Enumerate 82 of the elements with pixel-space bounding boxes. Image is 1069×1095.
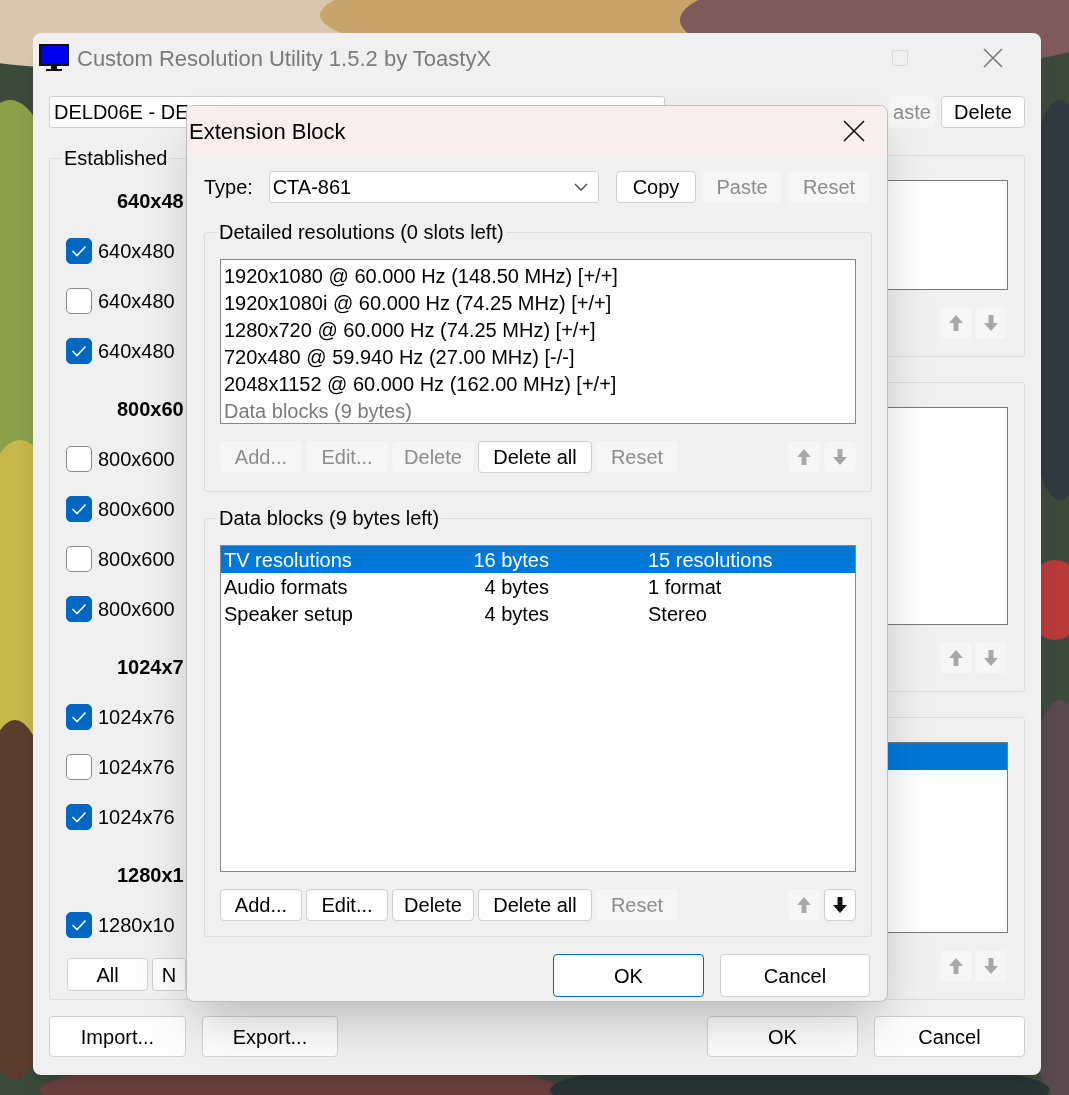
delete-all-button[interactable]: Delete all [478,889,592,921]
checkbox[interactable] [66,704,92,730]
up-arrow-icon [797,897,811,913]
checkbox[interactable] [66,596,92,622]
checkbox-label: 800x600 [98,447,175,472]
check-icon [71,345,87,357]
section-header: 640x48 [117,189,184,214]
field-label: Type: [204,175,254,200]
ok-button[interactable]: OK [553,954,704,997]
section-header: 800x60 [117,397,184,422]
dialog-title: Extension Block [189,117,346,146]
down-arrow-icon [984,650,998,666]
down-arrow-icon [984,315,998,331]
list-item[interactable]: 2048x1152 @ 60.000 Hz (162.00 MHz) [+/+] [221,370,855,397]
down-arrow-icon [833,449,847,465]
list-row[interactable]: TV resolutions 16 bytes 15 resolutions [221,546,855,573]
export-button[interactable]: Export... [202,1016,338,1057]
check-icon [71,603,87,615]
list-box[interactable]: TV resolutions 16 bytes 15 resolutions Audio formats 4 bytes 1 format Speaker setup 4 bytes Stereo [220,545,856,872]
down-arrow-icon [984,958,998,974]
list-row[interactable]: Audio formats 4 bytes 1 format [221,573,855,600]
close-button[interactable] [843,120,865,142]
delete-button[interactable]: Delete [392,889,474,921]
checkbox[interactable] [66,238,92,264]
group-label: Data blocks (9 bytes left) [218,506,441,531]
list-row[interactable]: Speaker setup 4 bytes Stereo [221,600,855,627]
checkbox[interactable] [66,754,92,780]
checkbox[interactable] [66,912,92,938]
checkbox[interactable] [66,288,92,314]
checkbox-label: 1280x10 [98,913,175,938]
ok-button[interactable]: OK [707,1016,858,1057]
section-header: 1024x7 [117,655,184,680]
checkbox-label: 1024x76 [98,705,175,730]
chevron-down-icon [574,183,588,191]
checkbox-label: 800x600 [98,497,175,522]
add-button[interactable]: Add... [220,889,302,921]
all-button[interactable]: All [67,958,148,991]
delete-button[interactable]: Delete [941,96,1025,128]
checkbox-label: 1024x76 [98,805,175,830]
list-item[interactable]: Data blocks (9 bytes) [221,397,855,424]
up-arrow-icon [797,449,811,465]
checkbox[interactable] [66,496,92,522]
delete-all-button[interactable]: Delete all [478,441,592,473]
checkbox[interactable] [66,338,92,364]
section-header: 1280x1 [117,863,184,888]
down-arrow-icon [833,897,847,913]
checkbox[interactable] [66,546,92,572]
check-icon [71,811,87,823]
up-arrow-icon [949,650,963,666]
type-dropdown[interactable]: CTA-861 [268,171,599,203]
close-icon [983,48,1003,68]
import-button[interactable]: Import... [49,1016,186,1057]
list-item[interactable]: 1280x720 @ 60.000 Hz (74.25 MHz) [+/+] [221,316,855,343]
checkbox-label: 800x600 [98,547,175,572]
checkbox-label: 1024x76 [98,755,175,780]
list-box[interactable] [220,259,856,424]
checkbox-label: 640x480 [98,289,175,314]
edit-button[interactable]: Edit... [306,889,388,921]
list-item[interactable]: 1920x1080i @ 60.000 Hz (74.25 MHz) [+/+] [221,289,855,316]
checkbox-label: 640x480 [98,339,175,364]
check-icon [71,919,87,931]
check-icon [71,711,87,723]
checkbox-label: 800x600 [98,597,175,622]
up-arrow-icon [949,958,963,974]
check-icon [71,503,87,515]
close-icon [843,120,865,142]
none-button[interactable]: N [152,958,186,991]
monitor-icon [38,43,70,73]
checkbox[interactable] [66,804,92,830]
checkbox-label: 640x480 [98,239,175,264]
checkbox[interactable] [66,446,92,472]
list-item[interactable]: 1920x1080 @ 60.000 Hz (148.50 MHz) [+/+] [221,262,855,289]
cancel-button[interactable]: Cancel [720,954,870,997]
up-arrow-icon [949,315,963,331]
check-icon [71,245,87,257]
copy-button[interactable]: Copy [616,171,696,203]
group-label: Established [63,146,169,171]
window-title: Custom Resolution Utility 1.5.2 by ToastyX [77,44,492,73]
list-item[interactable]: 720x480 @ 59.940 Hz (27.00 MHz) [-/-] [221,343,855,370]
group-label: Detailed resolutions (0 slots left) [218,220,505,245]
cancel-button[interactable]: Cancel [874,1016,1025,1057]
move-down-button[interactable] [824,889,856,921]
